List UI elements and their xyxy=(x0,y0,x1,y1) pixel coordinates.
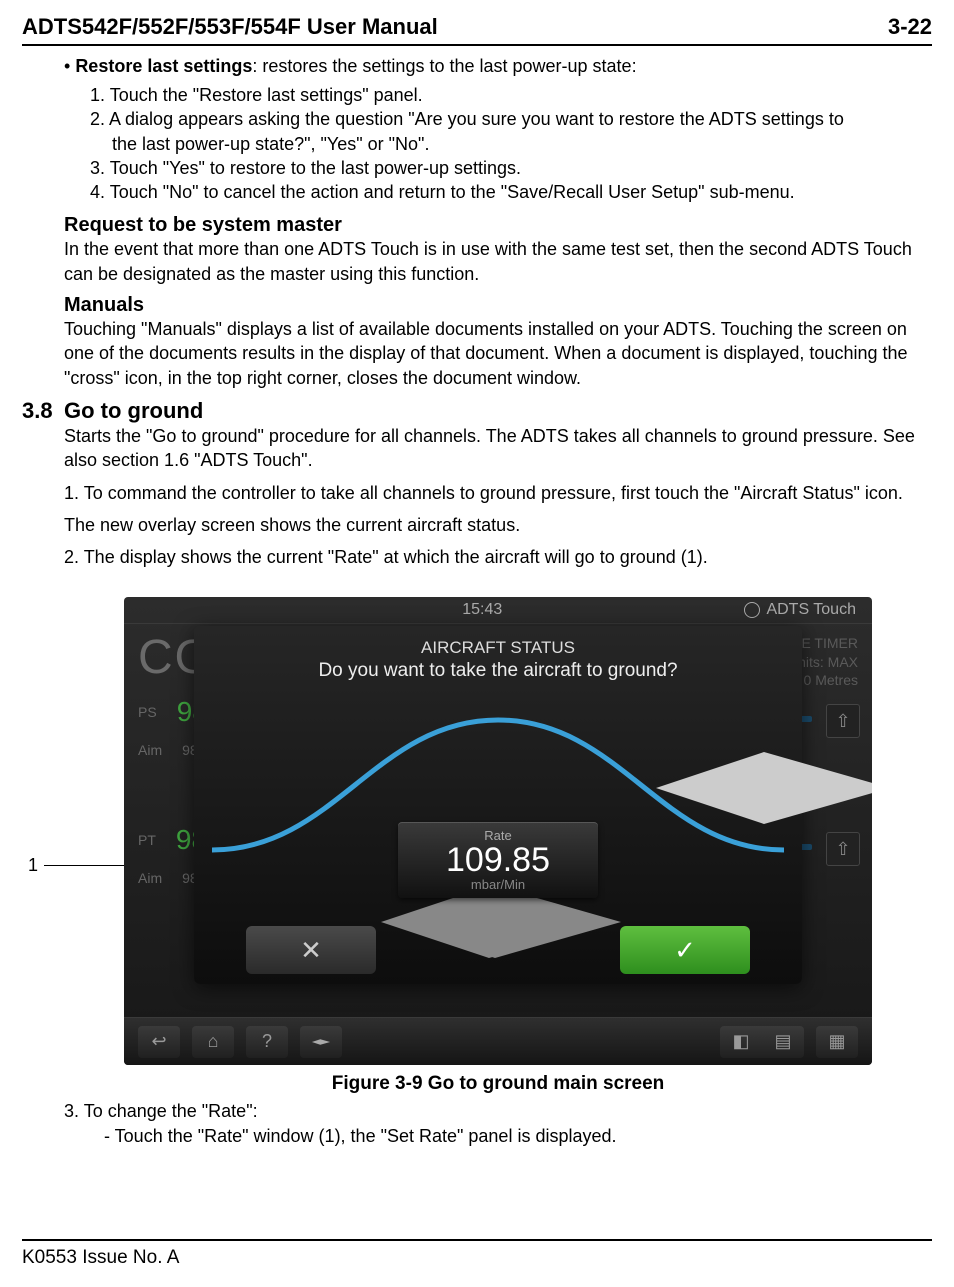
status-bar: 15:43 ADTS Touch xyxy=(124,597,872,624)
ps-label: PS xyxy=(138,704,157,720)
section-para: The new overlay screen shows the current… xyxy=(64,513,932,537)
figure-wrap: 1 15:43 ADTS Touch CONTROL RATE TIMER Li… xyxy=(124,597,872,1065)
section-number: 3.8 xyxy=(22,398,64,424)
section-title: Go to ground xyxy=(64,398,203,424)
restore-steps: 1. Touch the "Restore last settings" pan… xyxy=(64,83,932,204)
request-master-body: In the event that more than one ADTS Tou… xyxy=(64,237,932,286)
mode-b-button[interactable]: ▤ xyxy=(762,1026,804,1058)
ge-logo-icon xyxy=(744,602,760,618)
callout-1: 1 xyxy=(28,855,132,876)
home-button[interactable]: ⌂ xyxy=(192,1026,234,1058)
bottom-toolbar: ↩ ⌂ ? ◧ ▤ ▦ xyxy=(124,1017,872,1065)
section-para: 2. The display shows the current "Rate" … xyxy=(64,545,932,569)
list-item: 2. A dialog appears asking the question … xyxy=(90,107,932,131)
page-header: ADTS542F/552F/553F/554F User Manual 3-22 xyxy=(22,14,932,46)
brand-label: ADTS Touch xyxy=(766,601,856,619)
overlay-title: AIRCRAFT STATUS xyxy=(212,638,784,658)
rate-window[interactable]: Rate 109.85 mbar/Min xyxy=(398,822,598,898)
help-button[interactable]: ? xyxy=(246,1026,288,1058)
list-item: 3. Touch "Yes" to restore to the last po… xyxy=(90,156,932,180)
clock: 15:43 xyxy=(462,601,502,619)
grid-button[interactable]: ▦ xyxy=(816,1026,858,1058)
back-button[interactable]: ↩ xyxy=(138,1026,180,1058)
airplane-icon xyxy=(310,1035,332,1049)
doc-title: ADTS542F/552F/553F/554F User Manual xyxy=(22,14,438,40)
aircraft-status-button[interactable] xyxy=(300,1026,342,1058)
rate-unit: mbar/Min xyxy=(408,877,588,892)
list-item: the last power-up state?", "Yes" or "No"… xyxy=(90,132,932,156)
callout-leader-line xyxy=(44,865,132,866)
overlay-question: Do you want to take the aircraft to grou… xyxy=(212,660,784,682)
list-item: 1. Touch the "Restore last settings" pan… xyxy=(90,83,932,107)
aircraft-status-overlay: AIRCRAFT STATUS Do you want to take the … xyxy=(194,626,802,984)
post-figure-text: 3. To change the "Rate": - Touch the "Ra… xyxy=(64,1099,932,1148)
pt-label: PT xyxy=(138,832,156,848)
manuals-heading: Manuals xyxy=(64,294,932,317)
request-master-heading: Request to be system master xyxy=(64,214,932,237)
figure-caption: Figure 3-9 Go to ground main screen xyxy=(64,1073,932,1095)
restore-bullet: • Restore last settings: restores the se… xyxy=(64,56,932,77)
section-para: Starts the "Go to ground" procedure for … xyxy=(64,424,932,473)
aim-label: Aim xyxy=(138,742,162,758)
mode-a-button[interactable]: ◧ xyxy=(720,1026,762,1058)
page-number: 3-22 xyxy=(888,14,932,40)
footer: K0553 Issue No. A xyxy=(22,1239,932,1269)
list-item: 4. Touch "No" to cancel the action and r… xyxy=(90,180,932,204)
doc-id: K0553 Issue No. A xyxy=(22,1247,179,1268)
screenshot: 15:43 ADTS Touch CONTROL RATE TIMER Limi… xyxy=(124,597,872,1065)
flight-curve: Rate 109.85 mbar/Min xyxy=(212,690,784,870)
section-para: 1. To command the controller to take all… xyxy=(64,481,932,505)
aim-label: Aim xyxy=(138,870,162,886)
manuals-body: Touching "Manuals" displays a list of av… xyxy=(64,317,932,390)
rate-value: 109.85 xyxy=(408,843,588,877)
